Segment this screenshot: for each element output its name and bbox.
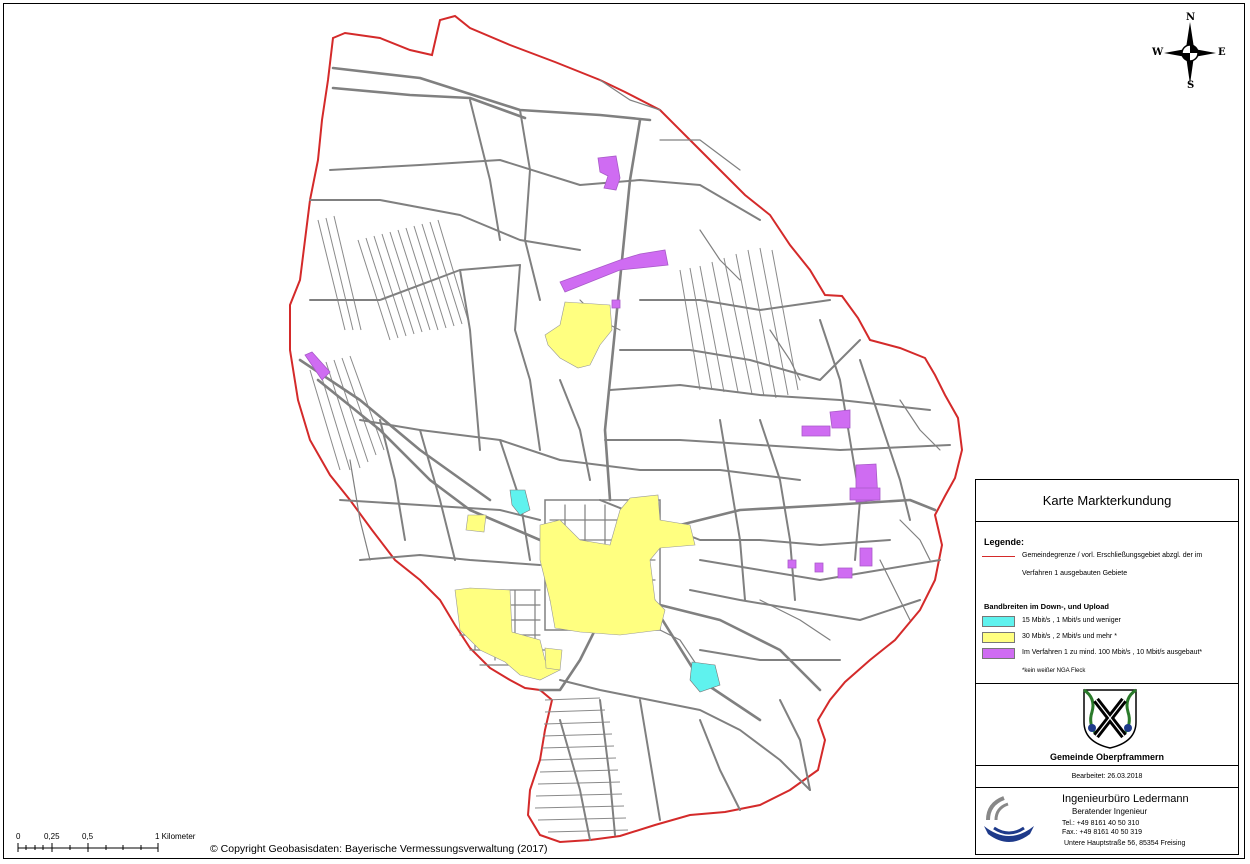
legend-item-15mbit: 15 Mbit/s , 1 Mbit/s und weniger bbox=[1022, 617, 1121, 624]
firm-logo-icon bbox=[984, 796, 1034, 842]
firm-fax: Fax.: +49 8161 40 50 319 bbox=[1062, 829, 1142, 836]
edit-date: Bearbeitet: 26.03.2018 bbox=[1071, 773, 1143, 780]
scale-bar: 0 0,25 0,5 1 Kilometer bbox=[16, 832, 216, 856]
firm-section: Ingenieurbüro Ledermann Beratender Ingen… bbox=[976, 788, 1238, 856]
swatch-30mbit bbox=[982, 632, 1015, 643]
map-title-section: Karte Markterkundung bbox=[976, 480, 1238, 522]
municipality-boundary bbox=[289, 14, 964, 844]
scale-tick-05: 0,5 bbox=[82, 832, 94, 841]
crest-section: Gemeinde Oberpframmern bbox=[976, 684, 1238, 766]
legend-item-30mbit: 30 Mbit/s , 2 Mbit/s und mehr * bbox=[1022, 633, 1117, 640]
swatch-verfahren1 bbox=[982, 648, 1015, 659]
title-block: Karte Markterkundung Legende: Gemeindegr… bbox=[975, 479, 1239, 855]
firm-address: Untere Hauptstraße 56, 85354 Freising bbox=[1064, 840, 1186, 847]
compass-rose: N S E W bbox=[1150, 12, 1230, 94]
firm-tel: Tel.: +49 8161 40 50 310 bbox=[1062, 820, 1140, 827]
legend-heading: Legende: bbox=[984, 537, 1025, 547]
compass-north: N bbox=[1186, 12, 1196, 23]
date-section: Bearbeitet: 26.03.2018 bbox=[976, 766, 1238, 788]
firm-subtitle: Beratender Ingenieur bbox=[1072, 807, 1148, 816]
firm-name: Ingenieurbüro Ledermann bbox=[1062, 793, 1189, 805]
municipality-name: Gemeinde Oberpframmern bbox=[1049, 752, 1165, 762]
legend-item-verfahren1: Im Verfahren 1 zu mind. 100 Mbit/s , 10 … bbox=[1022, 649, 1203, 656]
boundary-label-1: Gemeindegrenze / vorl. Erschließungsgebi… bbox=[1022, 552, 1203, 559]
legend-section: Legende: Gemeindegrenze / vorl. Erschlie… bbox=[976, 522, 1238, 684]
compass-west: W bbox=[1152, 47, 1164, 58]
scale-tick-025: 0,25 bbox=[44, 832, 60, 841]
map-title: Karte Markterkundung bbox=[1042, 493, 1172, 508]
scale-tick-1km: 1 Kilometer bbox=[155, 832, 196, 841]
compass-south: S bbox=[1187, 80, 1195, 91]
bandwidth-heading: Bandbreiten im Down-, und Upload bbox=[984, 602, 1109, 611]
legend-footnote: *kein weißer NGA Fleck bbox=[1022, 668, 1086, 674]
swatch-15mbit bbox=[982, 616, 1015, 627]
boundary-line-swatch bbox=[982, 556, 1015, 557]
copyright-notice: © Copyright Geobasisdaten: Bayerische Ve… bbox=[210, 843, 548, 855]
boundary-label-2: Verfahren 1 ausgebauten Gebiete bbox=[1022, 570, 1128, 577]
scale-tick-0: 0 bbox=[16, 832, 21, 841]
compass-east: E bbox=[1218, 47, 1226, 58]
coat-of-arms-icon bbox=[1083, 688, 1137, 749]
